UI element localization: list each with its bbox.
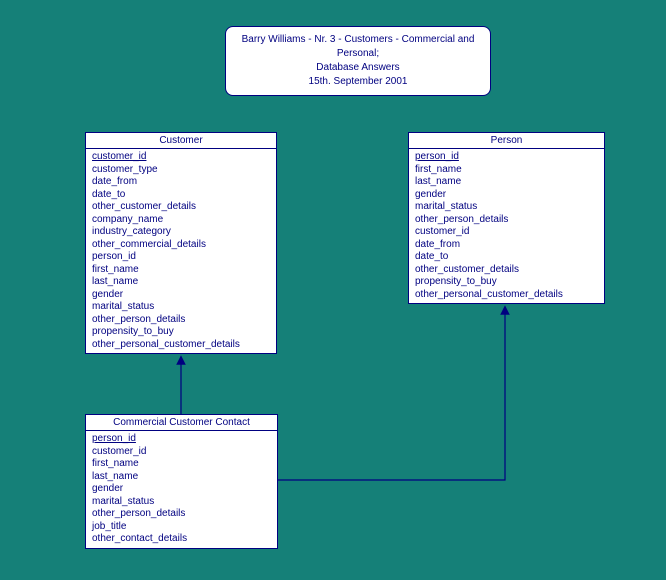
field: first_name (415, 164, 598, 177)
field: gender (92, 483, 271, 496)
entity-customer: Customer customer_id customer_typedate_f… (85, 132, 277, 354)
diagram-title-box: Barry Williams - Nr. 3 - Customers - Com… (225, 26, 491, 96)
field: propensity_to_buy (415, 276, 598, 289)
field: other_customer_details (92, 201, 270, 214)
field: other_person_details (415, 214, 598, 227)
title-line-3: 15th. September 2001 (236, 75, 480, 89)
field: last_name (92, 276, 270, 289)
field: other_person_details (92, 314, 270, 327)
entity-person: Person person_id first_namelast_namegend… (408, 132, 605, 304)
rel-contact-person (278, 310, 505, 480)
entity-contact: Commercial Customer Contact person_id cu… (85, 414, 278, 549)
field: last_name (415, 176, 598, 189)
field: marital_status (92, 496, 271, 509)
field: date_from (415, 239, 598, 252)
entity-contact-title: Commercial Customer Contact (86, 415, 277, 431)
field: marital_status (415, 201, 598, 214)
field: first_name (92, 458, 271, 471)
title-line-2: Database Answers (236, 61, 480, 75)
field: first_name (92, 264, 270, 277)
field: person_id (92, 251, 270, 264)
field: date_to (92, 189, 270, 202)
field: customer_id (415, 226, 598, 239)
field: date_to (415, 251, 598, 264)
field: job_title (92, 521, 271, 534)
entity-person-body: person_id first_namelast_namegendermarit… (409, 149, 604, 303)
title-line-1: Barry Williams - Nr. 3 - Customers - Com… (236, 33, 480, 61)
field: gender (415, 189, 598, 202)
field: gender (92, 289, 270, 302)
field: marital_status (92, 301, 270, 314)
field: other_personal_customer_details (92, 339, 270, 352)
field: other_customer_details (415, 264, 598, 277)
field: last_name (92, 471, 271, 484)
entity-contact-pk: person_id (92, 433, 271, 446)
entity-contact-body: person_id customer_idfirst_namelast_name… (86, 431, 277, 548)
field: propensity_to_buy (92, 326, 270, 339)
entity-person-fields: first_namelast_namegendermarital_statuso… (415, 164, 598, 302)
entity-customer-title: Customer (86, 133, 276, 149)
field: customer_id (92, 446, 271, 459)
field: date_from (92, 176, 270, 189)
field: other_commercial_details (92, 239, 270, 252)
field: other_personal_customer_details (415, 289, 598, 302)
field: other_contact_details (92, 533, 271, 546)
entity-customer-pk: customer_id (92, 151, 270, 164)
entity-contact-fields: customer_idfirst_namelast_namegendermari… (92, 446, 271, 546)
entity-customer-body: customer_id customer_typedate_fromdate_t… (86, 149, 276, 353)
field: industry_category (92, 226, 270, 239)
field: company_name (92, 214, 270, 227)
entity-customer-fields: customer_typedate_fromdate_toother_custo… (92, 164, 270, 352)
entity-person-title: Person (409, 133, 604, 149)
field: other_person_details (92, 508, 271, 521)
field: customer_type (92, 164, 270, 177)
entity-person-pk: person_id (415, 151, 598, 164)
